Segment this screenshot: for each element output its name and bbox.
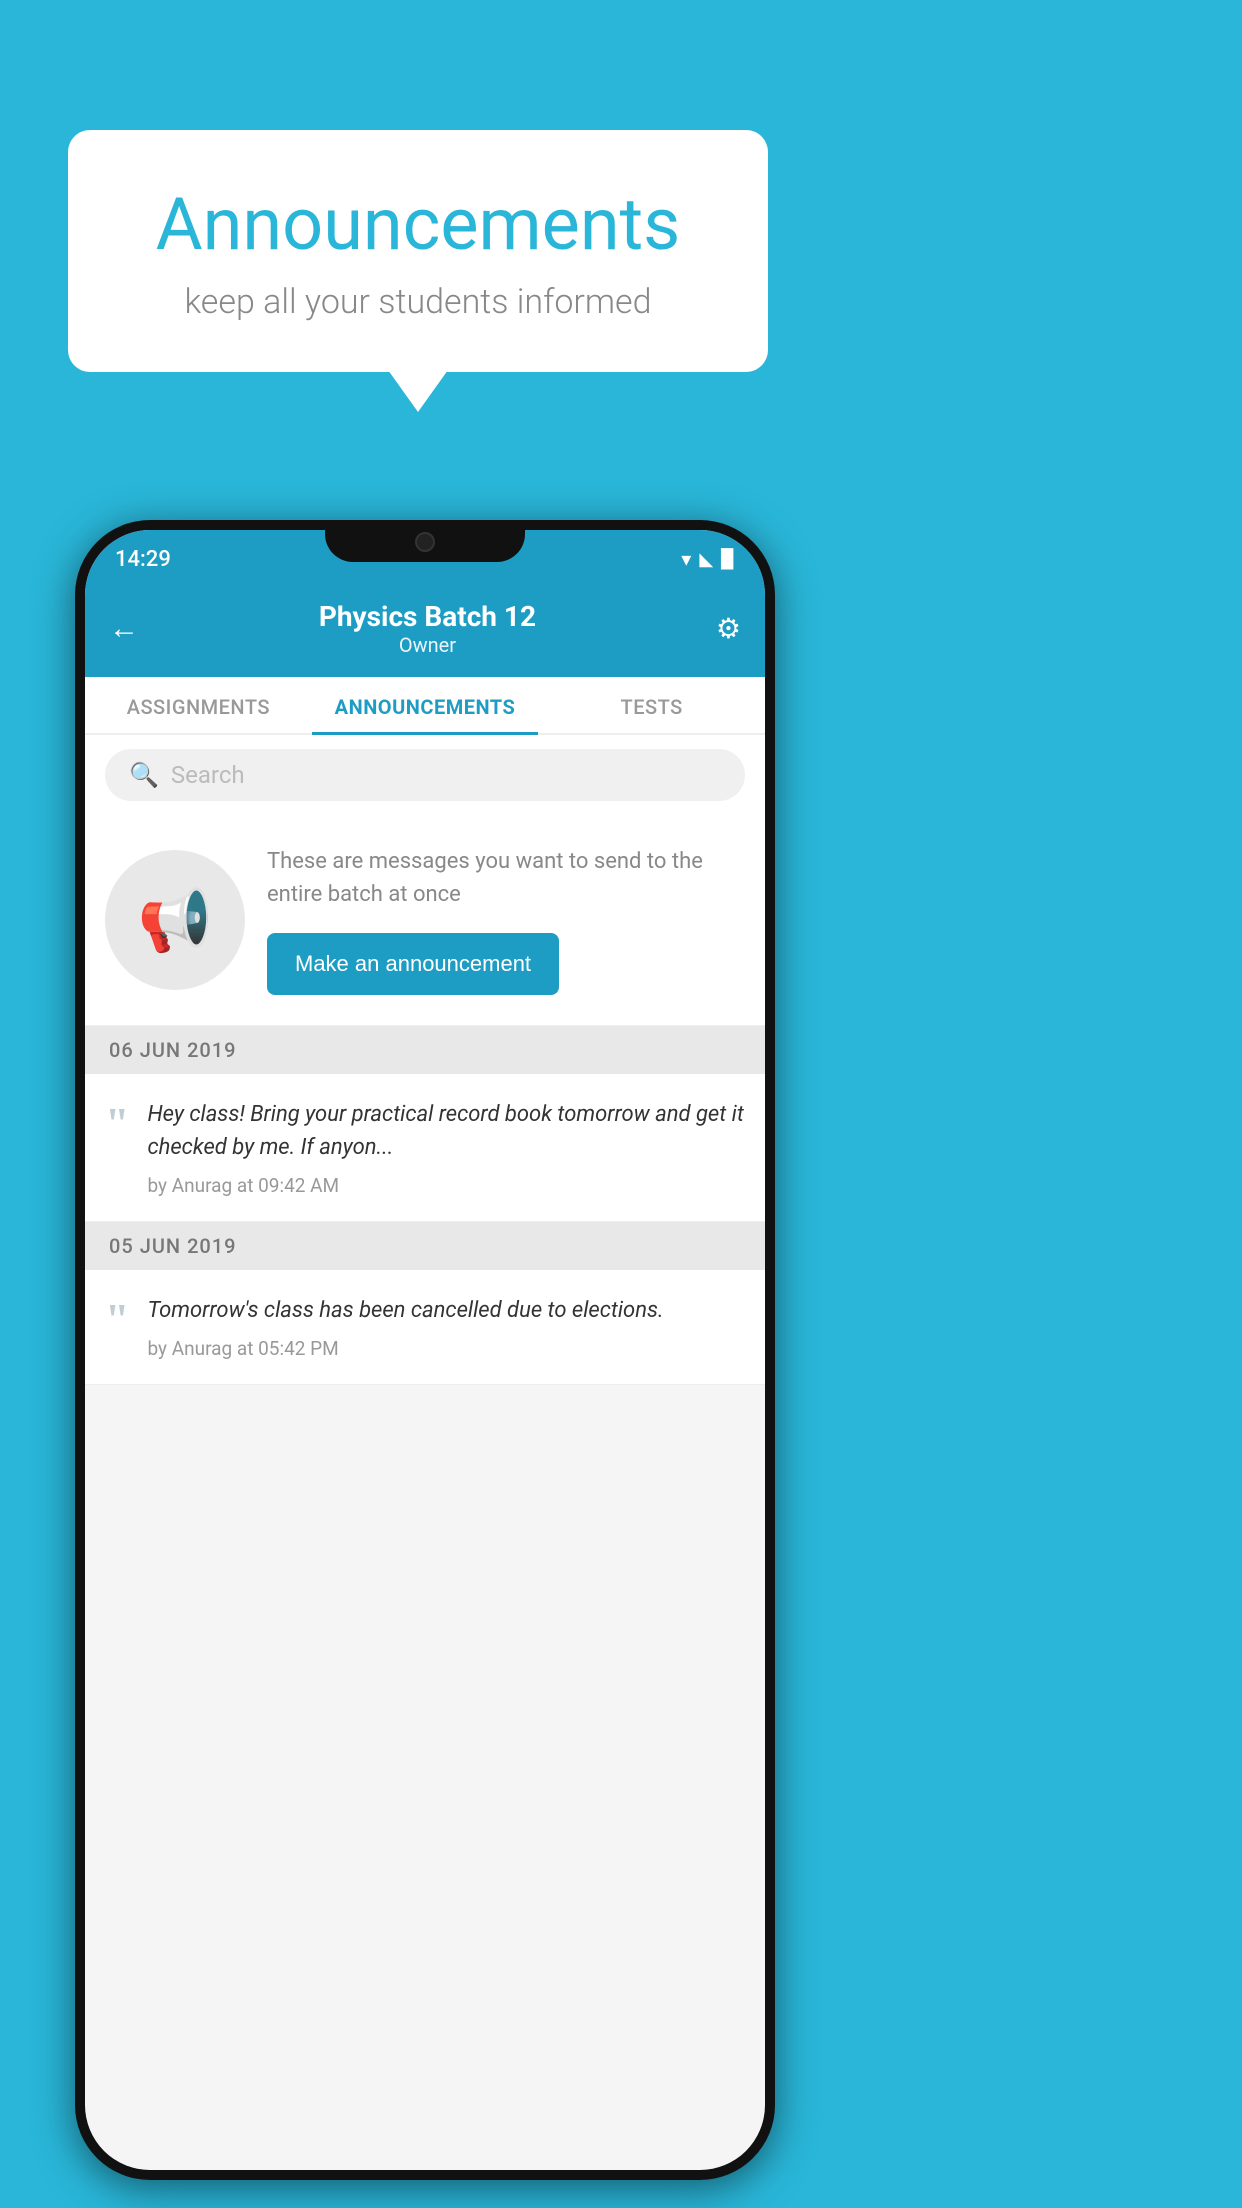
- announcement-message-1: Hey class! Bring your practical record b…: [147, 1098, 745, 1164]
- status-time: 14:29: [115, 547, 171, 572]
- phone-frame: 14:29 ▾ ◣ ▉ ← Physics Batch 12 Owner ⚙: [75, 520, 775, 2180]
- quote-icon-2: ": [105, 1298, 129, 1342]
- speech-bubble: Announcements keep all your students inf…: [68, 130, 768, 372]
- wifi-icon: ▾: [681, 547, 691, 571]
- announcement-text-group-1: Hey class! Bring your practical record b…: [147, 1098, 745, 1197]
- back-button[interactable]: ←: [109, 611, 139, 646]
- tab-tests[interactable]: TESTS: [538, 677, 765, 733]
- search-input-wrapper[interactable]: 🔍 Search: [105, 749, 745, 801]
- announcement-text-group-2: Tomorrow's class has been cancelled due …: [147, 1294, 745, 1360]
- promo-text-group: These are messages you want to send to t…: [267, 845, 745, 995]
- announcement-item-1[interactable]: " Hey class! Bring your practical record…: [85, 1074, 765, 1222]
- search-icon: 🔍: [129, 761, 159, 789]
- announcement-message-2: Tomorrow's class has been cancelled due …: [147, 1294, 745, 1327]
- status-icons: ▾ ◣ ▉: [681, 547, 735, 571]
- megaphone-icon: 📢: [138, 885, 213, 956]
- phone-notch: [325, 520, 525, 562]
- promo-description: These are messages you want to send to t…: [267, 845, 745, 911]
- megaphone-circle: 📢: [105, 850, 245, 990]
- announcements-subtitle: keep all your students informed: [128, 282, 708, 322]
- search-placeholder: Search: [171, 761, 245, 789]
- signal-icon: ◣: [699, 549, 713, 570]
- owner-label: Owner: [319, 633, 536, 657]
- battery-icon: ▉: [721, 549, 735, 570]
- date-divider-1: 06 JUN 2019: [85, 1026, 765, 1074]
- app-header: ← Physics Batch 12 Owner ⚙: [85, 582, 765, 677]
- front-camera: [415, 532, 435, 552]
- announcement-meta-2: by Anurag at 05:42 PM: [147, 1337, 745, 1360]
- tab-announcements[interactable]: ANNOUNCEMENTS: [312, 677, 539, 733]
- batch-name: Physics Batch 12: [319, 600, 536, 633]
- tabs-bar: ASSIGNMENTS ANNOUNCEMENTS TESTS: [85, 677, 765, 735]
- phone-screen: 14:29 ▾ ◣ ▉ ← Physics Batch 12 Owner ⚙: [85, 530, 765, 2170]
- quote-icon-1: ": [105, 1102, 129, 1146]
- promo-section: 📢 These are messages you want to send to…: [85, 815, 765, 1026]
- make-announcement-button[interactable]: Make an announcement: [267, 933, 559, 995]
- date-divider-2: 05 JUN 2019: [85, 1222, 765, 1270]
- content-area: 🔍 Search 📢 These are messages you want t…: [85, 735, 765, 1385]
- search-container: 🔍 Search: [85, 735, 765, 815]
- phone-frame-wrapper: 14:29 ▾ ◣ ▉ ← Physics Batch 12 Owner ⚙: [75, 520, 775, 2180]
- settings-icon[interactable]: ⚙: [716, 612, 741, 645]
- header-title-group: Physics Batch 12 Owner: [319, 600, 536, 657]
- announcement-meta-1: by Anurag at 09:42 AM: [147, 1174, 745, 1197]
- announcement-item-2[interactable]: " Tomorrow's class has been cancelled du…: [85, 1270, 765, 1385]
- announcements-title: Announcements: [128, 185, 708, 264]
- tab-assignments[interactable]: ASSIGNMENTS: [85, 677, 312, 733]
- speech-bubble-section: Announcements keep all your students inf…: [68, 130, 768, 372]
